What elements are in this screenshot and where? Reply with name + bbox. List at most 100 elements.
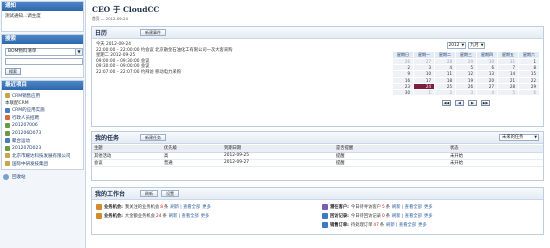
calendar-day[interactable]: 2 <box>434 88 456 97</box>
recent-item[interactable]: 201207006 <box>5 122 80 130</box>
table-row[interactable]: 会议 普通 2012-09-27 提醒 未开始 <box>92 159 543 167</box>
task-reminder: 提醒 <box>334 152 448 160</box>
next-page-button[interactable]: ▶ <box>468 100 477 107</box>
notice-text: 测试通知...调主度 <box>5 14 41 19</box>
prev-page-button[interactable]: ◀ <box>455 100 464 107</box>
company-icon <box>5 161 10 167</box>
calendar-day[interactable]: 30 <box>392 88 414 97</box>
search-scope-select[interactable]: BOM物料清单 ▼ <box>5 48 83 56</box>
table-row[interactable]: 其他活动 高 2012-09-25 提醒 未开始 <box>92 152 543 160</box>
chevron-down-icon: ▼ <box>75 49 82 55</box>
column-header[interactable]: 是否提醒 <box>334 145 448 153</box>
calendar-day[interactable]: 4 <box>476 88 498 97</box>
recent-item[interactable]: 行政人员招聘 <box>5 114 80 122</box>
search-button[interactable]: 搜索 <box>5 68 21 75</box>
chevron-down-icon: ▼ <box>480 42 484 47</box>
chevron-down-icon: ▼ <box>461 42 465 47</box>
recent-item[interactable]: 北京市耀达科技发展有限公司 <box>5 152 80 160</box>
view-all-link[interactable]: 刷新 | 查看全部 <box>392 204 422 210</box>
schedule-line[interactable]: 22:07:00 – 22:07:00 约拜访 移动电力采购 <box>96 70 232 76</box>
recent-group-label: 本联配CRM <box>5 100 29 106</box>
more-link[interactable]: 更多 <box>201 213 210 219</box>
recycle-icon <box>3 174 9 181</box>
recycle-bin-link[interactable]: 回收站 <box>0 172 85 182</box>
first-page-button[interactable]: ◀◀ <box>442 100 451 107</box>
document-icon <box>5 123 10 129</box>
more-link[interactable]: 更多 <box>424 204 433 210</box>
main-content: CEO 于 CloudCC 首页 — 2012-09-24 日历 新建事件 今天… <box>89 0 547 248</box>
task-priority: 高 <box>162 152 222 160</box>
recent-item[interactable]: CRM销售应用 <box>5 92 80 100</box>
view-all-link[interactable]: 刷新 | 查看全部 <box>169 213 199 219</box>
view-all-link[interactable]: 刷新 | 查看全部 <box>386 222 416 228</box>
recent-item[interactable]: 201206D073 <box>5 129 80 137</box>
task-subject[interactable]: 其他活动 <box>92 152 162 160</box>
recent-item[interactable]: 聚合运动 <box>5 137 80 145</box>
page-subtitle: 首页 — 2012-09-24 <box>92 16 128 21</box>
new-event-button[interactable]: 新建事件 <box>140 29 166 36</box>
weekday-header: 星期三 <box>455 51 477 59</box>
weekday-header: 星期四 <box>476 51 498 59</box>
activity-icon <box>5 138 10 144</box>
recent-item[interactable]: CRM的应用实施 <box>5 107 80 115</box>
workbench-item[interactable]: 业务机会: 大金额业务机会 24 条 刷新 | 查看全部 更多 <box>96 213 209 219</box>
column-header[interactable]: 状态 <box>448 145 543 153</box>
calendar-day[interactable]: 1 <box>413 88 435 97</box>
recent-panel: 最近项目 CRM销售应用 本联配CRM CRM的应用实施 行政人员招聘 2012… <box>1 80 84 171</box>
view-all-link[interactable]: 刷新 | 查看全部 <box>170 204 200 210</box>
new-task-button[interactable]: 新建任务 <box>140 134 166 141</box>
document-icon <box>5 130 10 136</box>
refresh-button[interactable]: 刷新 <box>140 190 158 197</box>
user-icon <box>5 115 10 121</box>
weekday-header: 星期二 <box>434 51 456 59</box>
workbench-title: 我的工作台 <box>95 191 126 198</box>
recent-item[interactable]: 201207D023 <box>5 145 80 153</box>
task-due-date: 2012-09-25 <box>222 152 334 160</box>
workbench-item[interactable]: 业务机会: 我关注的业务机会 8条 刷新 | 查看全部 更多 <box>96 204 211 210</box>
view-all-link[interactable]: 刷新 | 查看全部 <box>392 213 422 219</box>
chevron-down-icon: ▼ <box>534 135 537 139</box>
sales-order-icon <box>322 222 328 228</box>
workbench-panel: 我的工作台 刷新 设置 业务机会: 我关注的业务机会 8条 刷新 | 查看全部 更… <box>91 187 544 235</box>
more-link[interactable]: 更多 <box>424 213 433 219</box>
column-header[interactable]: 优先级 <box>162 145 222 153</box>
calendar-day[interactable]: 6 <box>518 88 540 97</box>
workbench-item[interactable]: 潜在客户: 今日待寻访客户 5条 刷新 | 查看全部 更多 <box>322 204 433 210</box>
sidebar: 通知 测试通知...调主度 搜索 BOM物料清单 ▼ 搜索 最近项目 CRM销售… <box>0 0 86 248</box>
task-priority: 普通 <box>162 159 222 167</box>
weekday-header: 星期一 <box>413 51 435 59</box>
company-icon <box>5 153 10 159</box>
notice-panel: 通知 测试通知...调主度 <box>1 1 84 32</box>
schedule-title: 日历 <box>95 30 108 37</box>
tasks-panel: 我的任务 新建任务 未来的任务 ▼ 主题 优先级 到期日期 是否提醒 状态 其他… <box>91 131 544 181</box>
search-panel: 搜索 BOM物料清单 ▼ 搜索 <box>1 34 84 78</box>
column-header[interactable]: 到期日期 <box>222 145 334 153</box>
more-link[interactable]: 更多 <box>418 222 427 228</box>
lead-icon <box>322 204 328 210</box>
calendar-day[interactable]: 5 <box>497 88 519 97</box>
month-select[interactable]: 九月 ▼ <box>468 41 486 49</box>
workbench-item[interactable]: 销售订单: 待处理订单 47 条 刷新 | 查看全部 更多 <box>322 222 427 228</box>
task-reminder: 提醒 <box>334 159 448 167</box>
recent-panel-title: 最近项目 <box>2 81 83 90</box>
task-subject[interactable]: 会议 <box>92 159 162 167</box>
project-icon <box>5 107 10 113</box>
task-filter-select[interactable]: 未来的任务 ▼ <box>499 134 539 141</box>
opportunity-icon <box>96 204 102 210</box>
column-header[interactable]: 主题 <box>92 145 162 153</box>
last-page-button[interactable]: ▶▶ <box>481 100 490 107</box>
document-icon <box>5 145 10 151</box>
schedule-list: 今天 2012-09-24 22:00:00 – 22:00:00 约会议 北京… <box>96 42 232 76</box>
workbench-item[interactable]: 回访记录: 今日待回访记录 0条 刷新 | 查看全部 更多 <box>322 213 433 219</box>
more-link[interactable]: 更多 <box>202 204 211 210</box>
search-input[interactable] <box>5 58 83 65</box>
visit-record-icon <box>322 213 328 219</box>
calendar-grid: 星期日 星期一 星期二 星期三 星期四 星期五 星期六 26 27 28 29 30 31 1 2 3 4 5 6… <box>392 51 540 97</box>
task-status: 未开始 <box>448 152 543 160</box>
tasks-table: 主题 优先级 到期日期 是否提醒 状态 其他活动 高 2012-09-25 提醒… <box>92 145 543 167</box>
year-select[interactable]: 2012 ▼ <box>446 41 467 49</box>
task-status: 未开始 <box>448 159 543 167</box>
recent-item[interactable]: 国际中研发技集团 <box>5 160 80 168</box>
settings-button[interactable]: 设置 <box>161 190 179 197</box>
calendar-day[interactable]: 3 <box>455 88 477 97</box>
